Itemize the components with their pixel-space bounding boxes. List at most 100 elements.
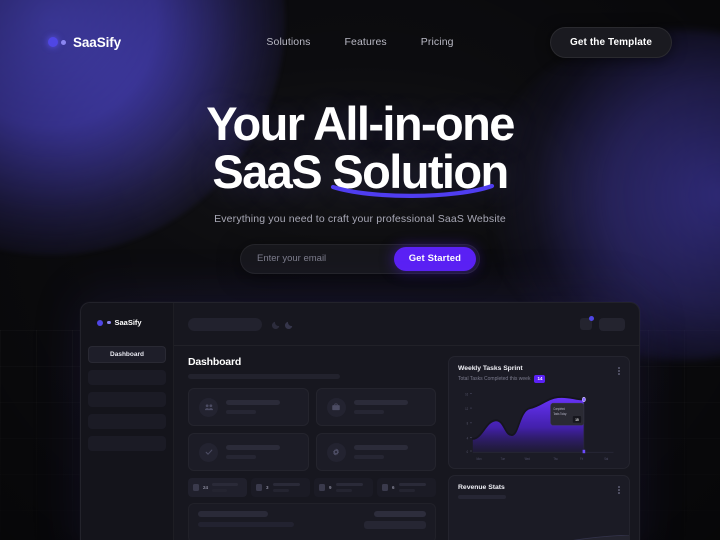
svg-text:15: 15: [575, 417, 578, 422]
sidebar-item-placeholder[interactable]: [88, 414, 166, 429]
dashboard-page-title: Dashboard: [188, 356, 242, 368]
stat-card-text-placeholder: [226, 400, 298, 414]
metric-pill-placeholder: [212, 483, 242, 492]
metric-pill-row: 24 3 9 6: [188, 478, 436, 497]
svg-text:Wed: Wed: [525, 456, 531, 461]
stat-card[interactable]: [315, 388, 436, 426]
gear-icon: [326, 442, 346, 462]
chart-card-titles: Weekly Tasks Sprint Total Tasks Complete…: [458, 365, 546, 383]
plus-icon: [256, 484, 262, 491]
svg-text:Mon: Mon: [477, 456, 482, 461]
stat-card-text-placeholder: [226, 445, 298, 459]
metric-pill-placeholder: [398, 483, 431, 492]
hero-title-line-1: Your All-in-one: [206, 97, 515, 150]
dashboard-preview: SaaSify Dashboard Dashboard 24 3 9 6 Wee…: [80, 302, 640, 540]
svg-text:Sat: Sat: [604, 456, 608, 461]
chart-x-ticks: Mon Tue Wed Thu Fri Sat: [477, 456, 609, 461]
chart-badge: 14: [534, 375, 546, 383]
kebab-icon[interactable]: [618, 484, 620, 494]
svg-text:4: 4: [467, 436, 469, 441]
svg-text:0: 0: [467, 449, 469, 454]
stat-card[interactable]: [188, 433, 309, 471]
bell-icon[interactable]: [580, 316, 594, 330]
sidebar-item-placeholder[interactable]: [88, 392, 166, 407]
briefcase-icon: [326, 397, 346, 417]
brand-name: SaaSify: [73, 34, 122, 50]
dashboard-sidebar: SaaSify Dashboard: [81, 303, 174, 540]
chart-card-header: Weekly Tasks Sprint Total Tasks Complete…: [458, 365, 620, 383]
dashboard-right-column: Weekly Tasks Sprint Total Tasks Complete…: [446, 346, 639, 540]
dashboard-subtitle-placeholder: [188, 374, 340, 379]
weekly-tasks-sprint-card: Weekly Tasks Sprint Total Tasks Complete…: [448, 356, 630, 469]
chart-axis-marker: [582, 449, 586, 453]
wide-panel[interactable]: [188, 503, 436, 540]
metric-pill-value: 3: [266, 485, 269, 490]
metric-pill[interactable]: 24: [188, 478, 247, 497]
logo-dot-large-icon: [97, 319, 103, 326]
top-navigation: SaaSify Solutions Features Pricing Get t…: [0, 0, 720, 84]
nav-link-solutions[interactable]: Solutions: [266, 36, 310, 48]
hero-title-line-2: SaaS Solution: [212, 144, 509, 198]
chart-end-marker: [581, 396, 586, 402]
check-icon: [199, 442, 218, 462]
chart-subtitle: Total Tasks Completed this week: [458, 375, 531, 382]
logo-dots-icon: [48, 37, 66, 47]
chart-title: Weekly Tasks Sprint: [458, 365, 523, 372]
dashboard-brand[interactable]: SaaSify: [81, 303, 173, 327]
theme-toggle[interactable]: [271, 319, 295, 330]
stat-card-grid: [188, 388, 436, 471]
svg-text:16: 16: [465, 391, 468, 396]
chart-icon: [382, 484, 388, 491]
revenue-card-subtitle-placeholder: [458, 495, 506, 499]
chart-y-ticks: 16 12 8 4 0: [465, 391, 472, 454]
users-icon: [199, 397, 218, 417]
sidebar-item-placeholder[interactable]: [88, 370, 166, 385]
dashboard-topbar: [174, 303, 639, 346]
dashboard-main: Dashboard 24 3 9 6 Weekly Tasks Sprint T…: [174, 303, 639, 540]
metric-pill[interactable]: 9: [314, 478, 373, 497]
stat-card[interactable]: [188, 388, 309, 426]
metric-pill[interactable]: 3: [251, 478, 310, 497]
email-input[interactable]: [257, 253, 394, 265]
metric-pill-placeholder: [335, 483, 368, 492]
nav-link-features[interactable]: Features: [345, 36, 387, 48]
svg-text:Tasks Today: Tasks Today: [553, 411, 567, 416]
nav-links: Solutions Features Pricing: [266, 36, 453, 48]
brand-logo[interactable]: SaaSify: [48, 35, 121, 50]
metric-pill-value: 9: [329, 485, 332, 490]
revenue-card-title: Revenue Stats: [458, 484, 505, 491]
svg-text:Thu: Thu: [553, 456, 558, 461]
kebab-icon[interactable]: [618, 365, 620, 375]
metric-pill[interactable]: 6: [377, 478, 436, 497]
weekly-tasks-area-chart: 16 12 8 4 0 Mon Tue Wed Thu Fri Sat Comp…: [465, 391, 614, 461]
stat-card-text-placeholder: [353, 445, 426, 459]
get-started-button[interactable]: Get Started: [393, 246, 476, 271]
dashboard-search-input[interactable]: [188, 317, 262, 331]
dashboard-content: Dashboard 24 3 9 6: [174, 346, 446, 540]
svg-text:Tue: Tue: [501, 456, 506, 461]
dashboard-sidebar-nav: Dashboard: [81, 346, 173, 451]
metric-pill-value: 6: [392, 485, 395, 490]
stat-card[interactable]: [315, 433, 436, 471]
hero-subtitle: Everything you need to craft your profes…: [214, 212, 506, 225]
svg-text:12: 12: [465, 406, 468, 411]
svg-text:Completed: Completed: [553, 406, 565, 411]
chart-plot-area: 16 12 8 4 0 Mon Tue Wed Thu Fri Sat Comp…: [458, 386, 620, 465]
dashboard-topbar-actions: [580, 316, 625, 331]
notification-badge: [589, 316, 594, 321]
moon-icon: [284, 321, 293, 329]
sidebar-item-dashboard[interactable]: Dashboard: [88, 346, 166, 363]
wide-panel-left-placeholder: [198, 511, 294, 535]
revenue-stats-card: Revenue Stats: [448, 475, 630, 540]
email-signup-form: Get Started: [240, 243, 480, 274]
svg-text:8: 8: [467, 421, 469, 426]
metric-pill-placeholder: [272, 483, 305, 492]
get-the-template-button[interactable]: Get the Template: [550, 26, 672, 58]
avatar[interactable]: [599, 317, 625, 331]
doc-icon: [193, 484, 199, 491]
nav-link-pricing[interactable]: Pricing: [421, 36, 454, 48]
page-title: Your All-in-one SaaS Solution: [0, 97, 720, 198]
wide-panel-right-placeholder: [364, 511, 426, 535]
sidebar-item-placeholder[interactable]: [88, 436, 166, 451]
dashboard-brand-name: SaaSify: [114, 318, 142, 327]
